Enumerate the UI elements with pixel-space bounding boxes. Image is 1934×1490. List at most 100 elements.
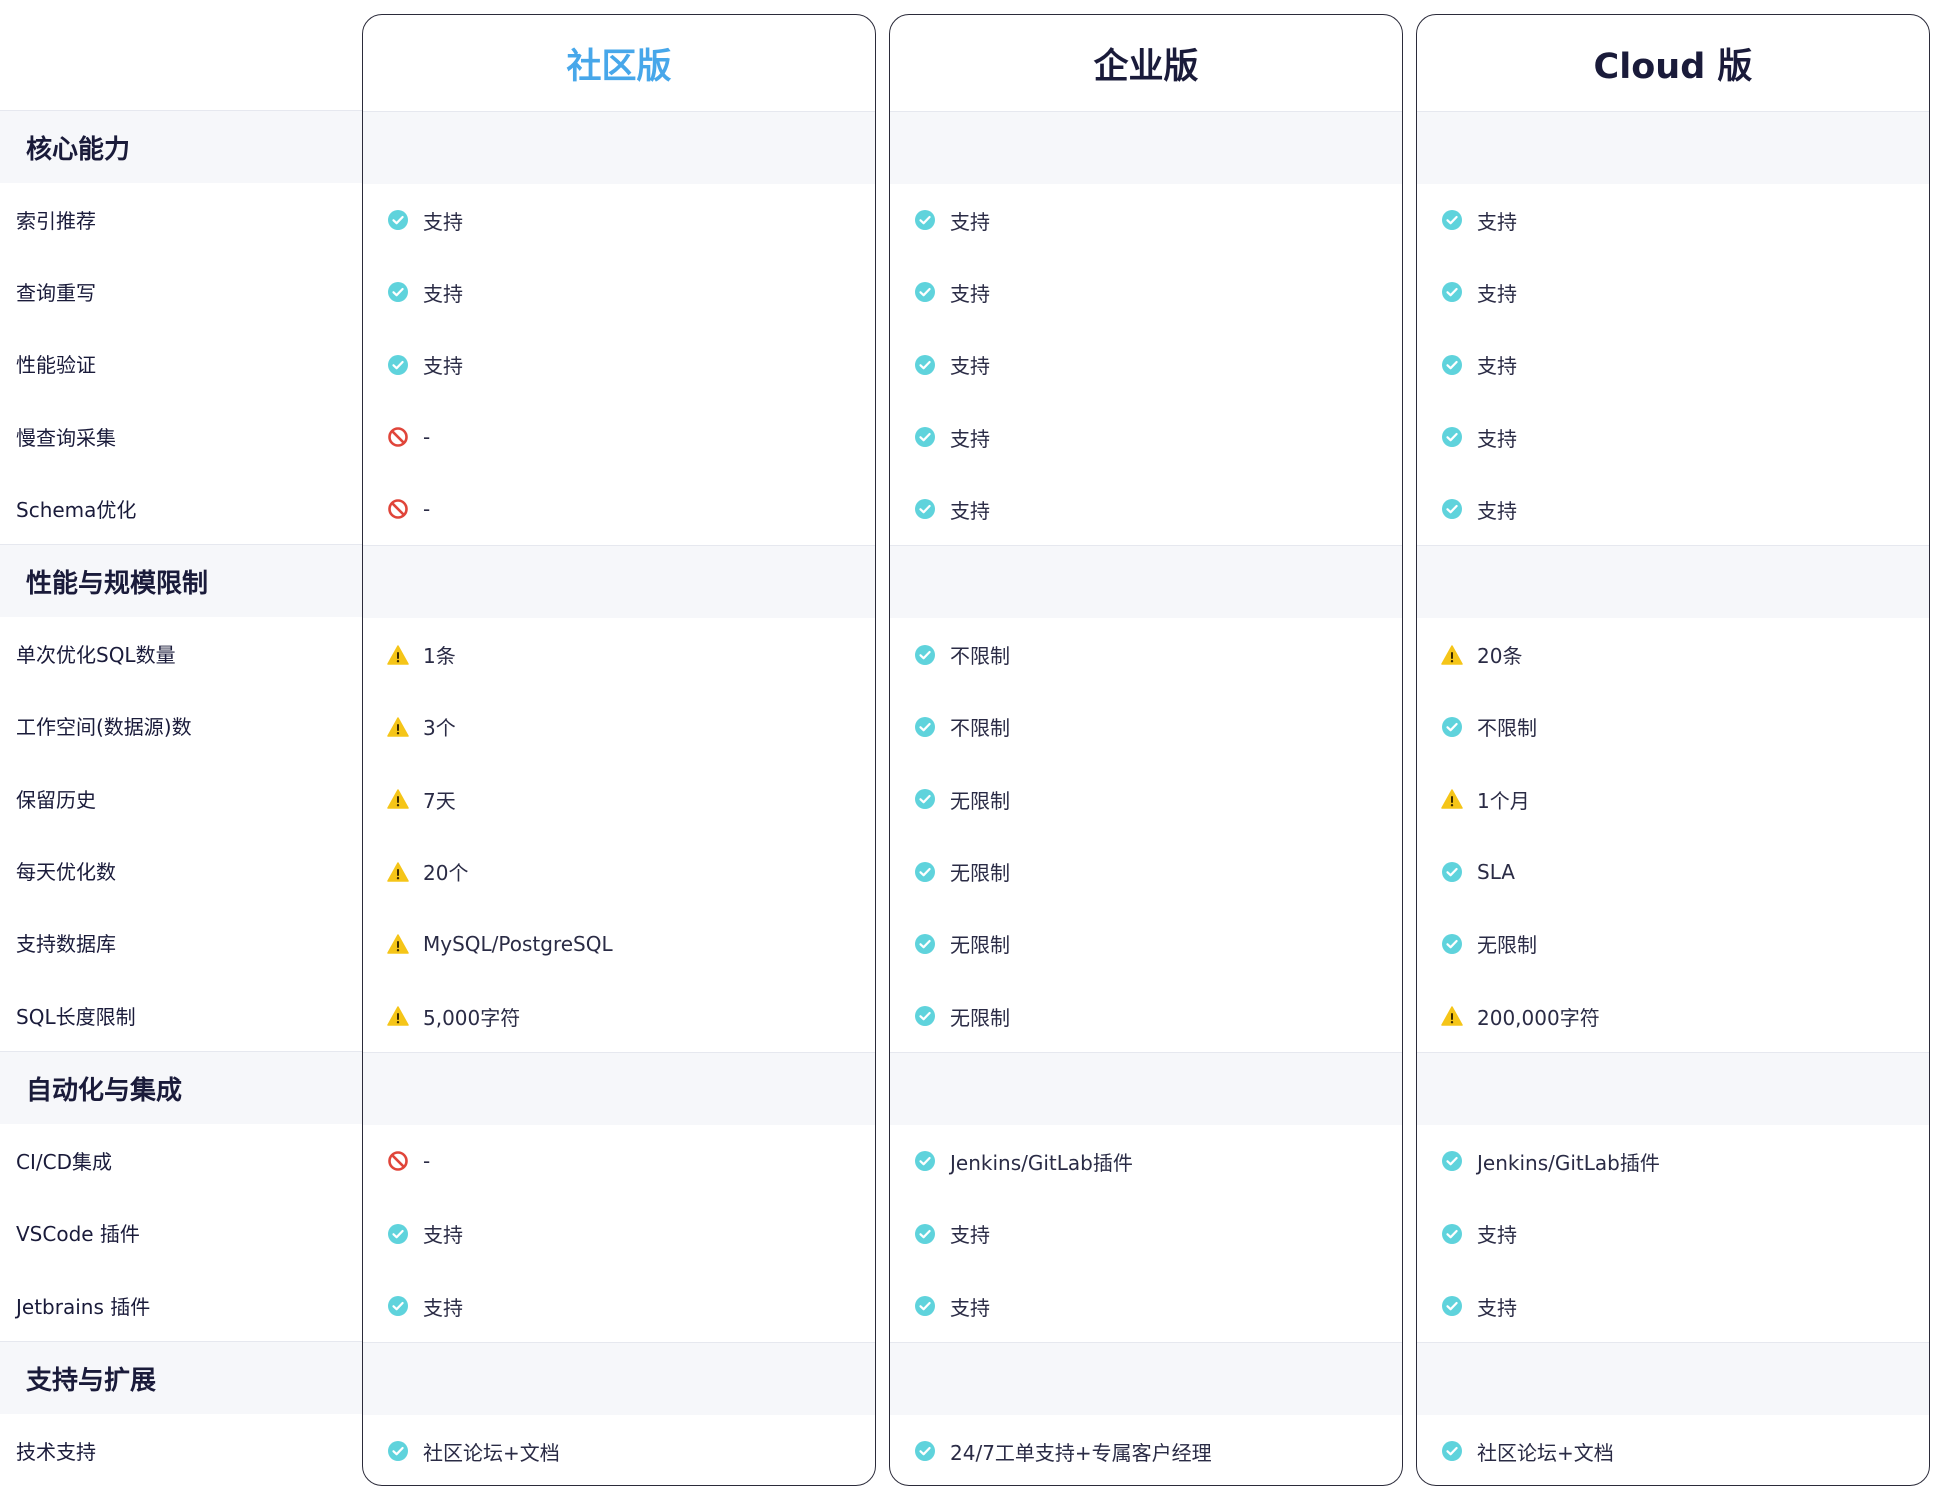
section-header-band xyxy=(890,112,1402,184)
section-header-band xyxy=(1417,1053,1929,1126)
feature-cell: 1个月 xyxy=(1417,763,1929,835)
feature-label: VSCode 插件 xyxy=(16,1222,140,1247)
check-circle-icon xyxy=(914,1295,936,1317)
feature-cell: 不限制 xyxy=(890,618,1402,690)
feature-cell: 无限制 xyxy=(890,835,1402,907)
feature-value: - xyxy=(423,497,431,522)
feature-cell: SLA xyxy=(1417,835,1929,907)
section-header-band xyxy=(1417,1343,1929,1416)
plan-column-community: 社区版 支持 支持 支持 - -1条 3个 7天 20个 MySQL/PostgreSQL 5,00… xyxy=(362,14,876,1486)
feature-cell: 3个 xyxy=(363,691,875,763)
warning-icon xyxy=(387,788,409,810)
check-circle-icon xyxy=(914,426,936,448)
feature-cell: 20个 xyxy=(363,835,875,907)
feature-cell: 支持 xyxy=(1417,1270,1929,1342)
feature-value: 无限制 xyxy=(1477,933,1537,958)
feature-value: - xyxy=(423,425,431,450)
feature-cell: 5,000字符 xyxy=(363,980,875,1052)
feature-cell: 支持 xyxy=(1417,473,1929,545)
check-circle-icon xyxy=(387,281,409,303)
check-circle-icon xyxy=(914,1440,936,1462)
feature-cell: - xyxy=(363,473,875,545)
check-circle-icon xyxy=(1441,861,1463,883)
section-header-band xyxy=(890,546,1402,619)
feature-value: SLA xyxy=(1477,859,1515,884)
check-circle-icon xyxy=(914,1223,936,1245)
feature-label: 每天优化数 xyxy=(16,860,116,885)
feature-cell: 支持 xyxy=(363,184,875,256)
warning-icon xyxy=(387,716,409,738)
feature-value: 支持 xyxy=(1477,354,1517,379)
feature-row: CI/CD集成 xyxy=(0,1124,362,1196)
feature-value: 社区论坛+文档 xyxy=(423,1440,560,1465)
feature-cell: 支持 xyxy=(890,184,1402,256)
plan-title: 社区版 xyxy=(363,15,875,112)
feature-row: 工作空间(数据源)数 xyxy=(0,690,362,762)
feature-row: SQL长度限制 xyxy=(0,979,362,1051)
feature-label: 查询重写 xyxy=(16,280,96,305)
feature-cell: 24/7工单支持+专属客户经理 xyxy=(890,1415,1402,1485)
feature-value: Jenkins/GitLab插件 xyxy=(1477,1150,1660,1175)
warning-icon xyxy=(387,861,409,883)
feature-value: 支持 xyxy=(423,209,463,234)
check-circle-icon xyxy=(1441,1440,1463,1462)
feature-value: 支持 xyxy=(1477,498,1517,523)
feature-cell: 支持 xyxy=(1417,329,1929,401)
feature-cell: 支持 xyxy=(890,401,1402,473)
feature-cell: 支持 xyxy=(890,329,1402,401)
feature-cell: 支持 xyxy=(363,256,875,328)
feature-cell: 支持 xyxy=(1417,401,1929,473)
check-circle-icon xyxy=(1441,498,1463,520)
check-circle-icon xyxy=(387,209,409,231)
section-title: 自动化与集成 xyxy=(26,1075,183,1106)
check-circle-icon xyxy=(914,933,936,955)
feature-value: Jenkins/GitLab插件 xyxy=(950,1150,1133,1175)
section-header-band xyxy=(363,112,875,184)
check-circle-icon xyxy=(914,788,936,810)
feature-cell: 不限制 xyxy=(890,691,1402,763)
feature-cell: 无限制 xyxy=(890,908,1402,980)
feature-cell: 1条 xyxy=(363,618,875,690)
check-circle-icon xyxy=(387,1223,409,1245)
feature-value: 支持 xyxy=(950,209,990,234)
section-header-band xyxy=(363,1053,875,1126)
check-circle-icon xyxy=(914,1005,936,1027)
feature-row: 保留历史 xyxy=(0,762,362,834)
section-header-band xyxy=(890,1343,1402,1416)
feature-value: 支持 xyxy=(950,426,990,451)
section-header-band xyxy=(363,546,875,619)
section-title: 性能与规模限制 xyxy=(26,568,209,599)
check-circle-icon xyxy=(1441,716,1463,738)
feature-label: SQL长度限制 xyxy=(16,1004,136,1029)
feature-row: Jetbrains 插件 xyxy=(0,1269,362,1341)
warning-icon xyxy=(1441,1005,1463,1027)
check-circle-icon xyxy=(1441,426,1463,448)
feature-value: 20个 xyxy=(423,861,469,886)
feature-row: 支持数据库 xyxy=(0,907,362,979)
feature-value: 支持 xyxy=(423,354,463,379)
check-circle-icon xyxy=(914,498,936,520)
feature-row: 每天优化数 xyxy=(0,834,362,906)
feature-cell: 支持 xyxy=(890,256,1402,328)
feature-value: 支持 xyxy=(1477,281,1517,306)
feature-cell: - xyxy=(363,1125,875,1197)
feature-value: 支持 xyxy=(950,498,990,523)
feature-cell: 社区论坛+文档 xyxy=(363,1415,875,1485)
no-entry-icon xyxy=(387,498,409,520)
feature-cell: 不限制 xyxy=(1417,691,1929,763)
feature-value: 200,000字符 xyxy=(1477,1005,1600,1030)
feature-value: 支持 xyxy=(950,1295,990,1320)
plan-title: Cloud 版 xyxy=(1417,15,1929,112)
feature-value: 支持 xyxy=(950,1223,990,1248)
check-circle-icon xyxy=(1441,209,1463,231)
check-circle-icon xyxy=(387,1440,409,1462)
feature-row: 性能验证 xyxy=(0,328,362,400)
feature-value: 不限制 xyxy=(1477,716,1537,741)
feature-row: 查询重写 xyxy=(0,255,362,327)
feature-label: 慢查询采集 xyxy=(16,425,116,450)
feature-cell: 200,000字符 xyxy=(1417,980,1929,1052)
feature-value: 支持 xyxy=(423,1223,463,1248)
feature-cell: 支持 xyxy=(363,1198,875,1270)
feature-label: Jetbrains 插件 xyxy=(16,1294,151,1319)
feature-value: 支持 xyxy=(1477,209,1517,234)
